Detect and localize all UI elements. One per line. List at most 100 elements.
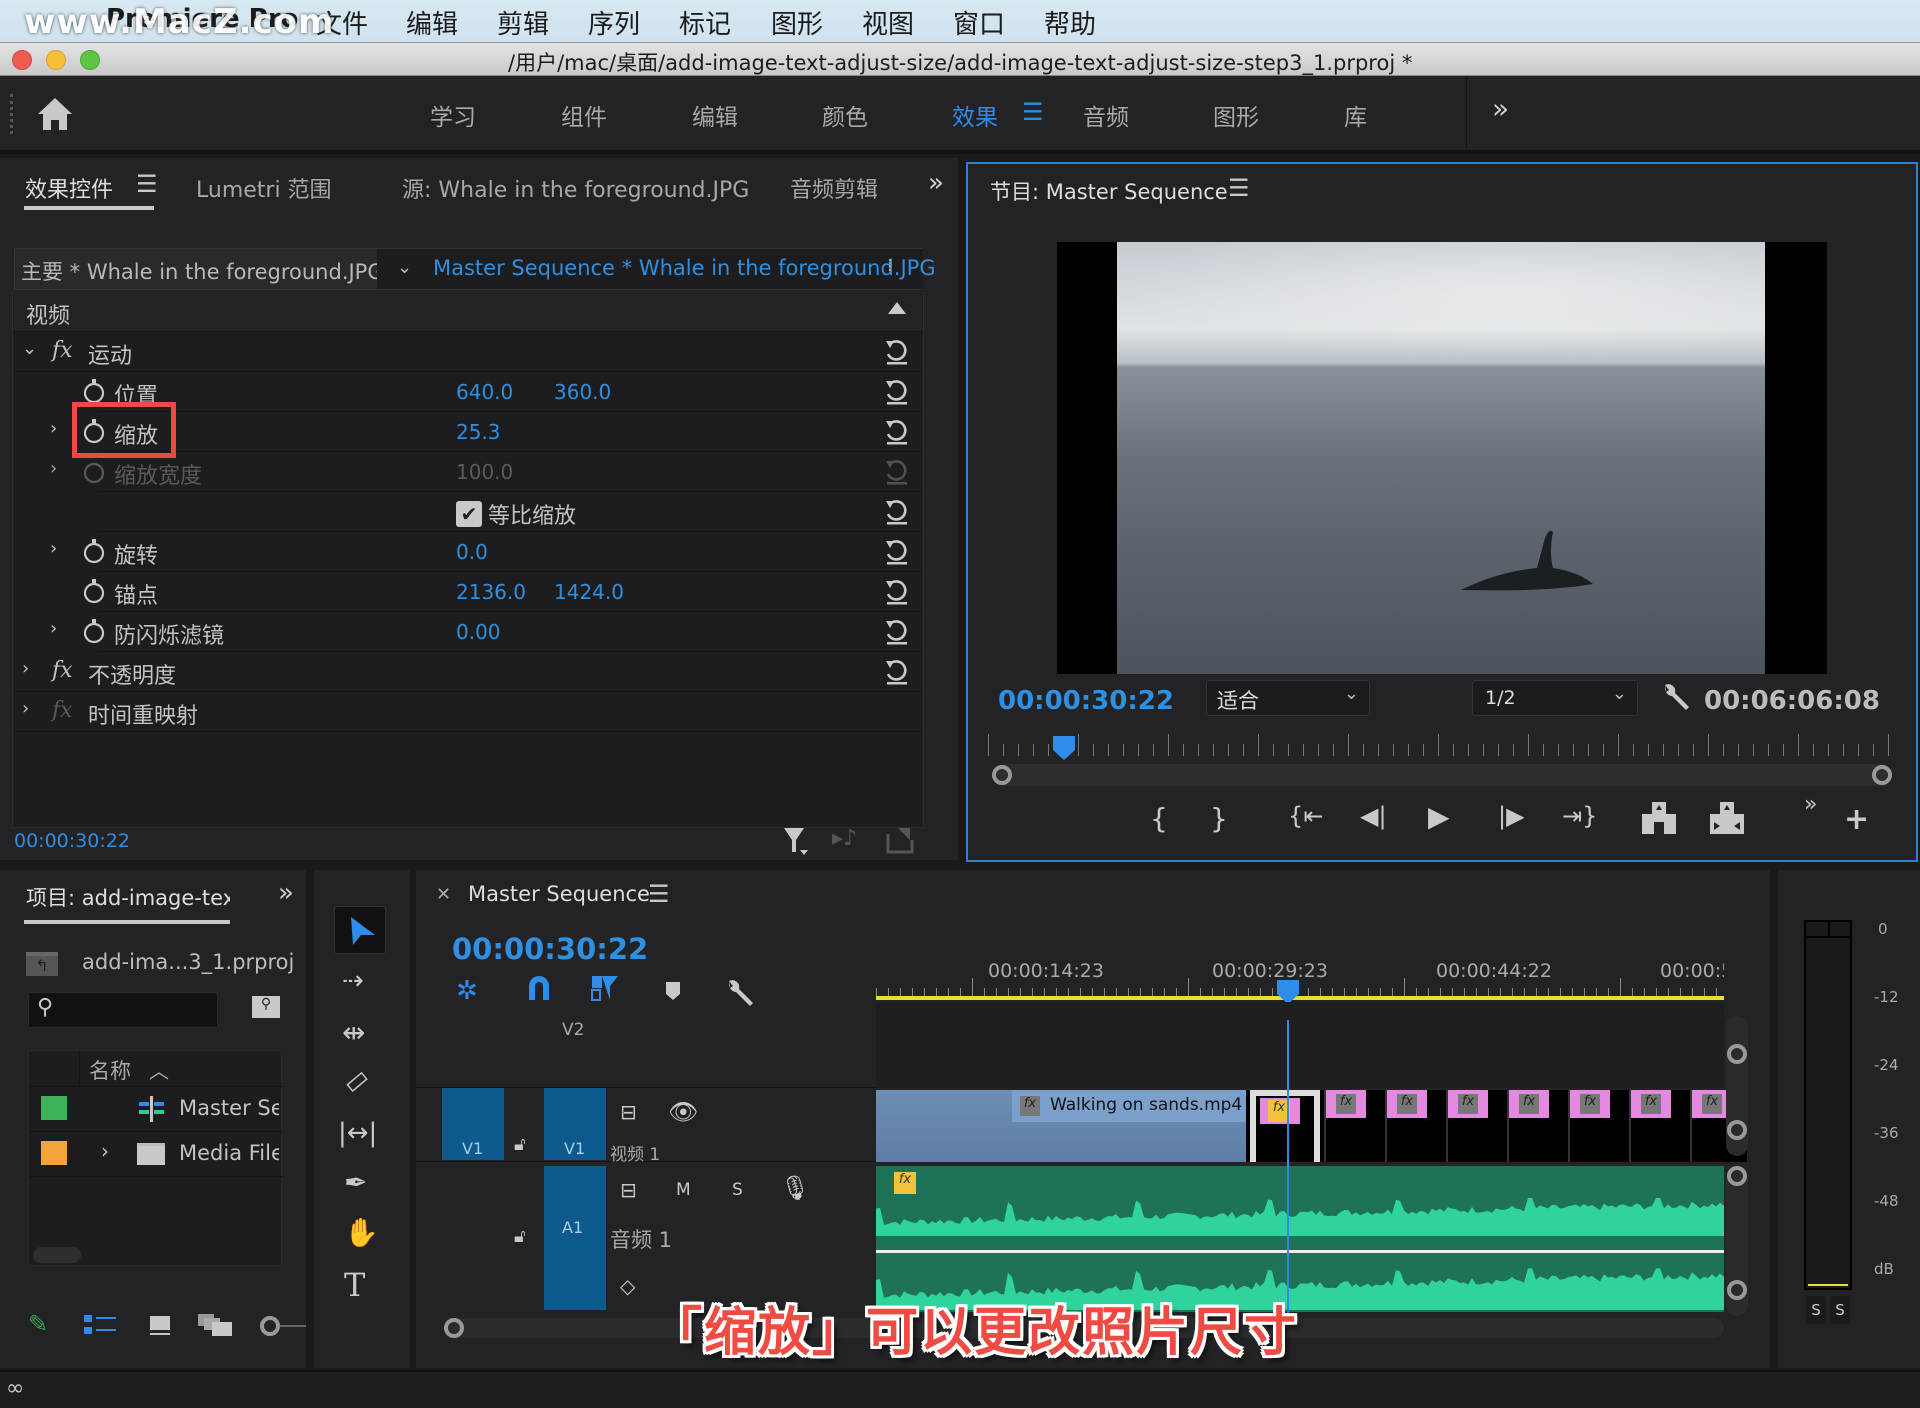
home-icon[interactable] (36, 96, 74, 132)
pencil-icon[interactable]: ✎ (28, 1310, 48, 1338)
anti-flicker-value[interactable]: 0.00 (456, 620, 501, 644)
fx-badge[interactable]: fx (1702, 1094, 1722, 1114)
workspace-menu-icon[interactable]: ☰ (1022, 98, 1044, 126)
collapse-up-icon[interactable] (888, 302, 906, 314)
solo-left-button[interactable]: S (1806, 1296, 1826, 1324)
video-clip[interactable]: fx Walking on sands.mp4 (876, 1090, 1246, 1162)
fx-icon[interactable]: fx (52, 338, 73, 363)
panel-resize-handle[interactable]: ⁞ (887, 255, 893, 276)
audio-tracks-vertical-scrollbar[interactable] (1726, 1166, 1748, 1316)
track-select-tool-icon[interactable]: ⇢ (342, 966, 364, 996)
minimize-window-button[interactable] (46, 50, 66, 70)
monitor-time-ruler[interactable] (988, 730, 1898, 760)
hand-tool-icon[interactable]: ✋ (344, 1216, 379, 1249)
menu-graphics[interactable]: 图形 (771, 4, 823, 41)
chevron-right-icon[interactable]: › (50, 538, 57, 559)
reset-icon[interactable] (884, 378, 910, 406)
solo-track-button[interactable]: S (732, 1180, 743, 1200)
zoom-scroll-bar[interactable] (992, 764, 1892, 786)
drag-handle[interactable] (10, 94, 14, 134)
effect-row-opacity[interactable]: › fx 不透明度 (14, 652, 922, 692)
list-view-icon[interactable] (84, 1312, 116, 1338)
track-lane-v2[interactable] (876, 1002, 1724, 1088)
sort-ascending-icon[interactable]: ︿ (149, 1055, 169, 1084)
chevron-right-icon[interactable]: › (22, 698, 29, 719)
label-color-swatch[interactable] (41, 1096, 67, 1120)
close-window-button[interactable] (12, 50, 32, 70)
chevron-right-icon[interactable]: › (50, 418, 57, 439)
step-back-button[interactable]: ◀| (1360, 802, 1387, 830)
video-tracks-vertical-scrollbar[interactable] (1726, 1016, 1748, 1156)
effect-row-motion[interactable]: ⌄ fx 运动 (14, 332, 922, 372)
scroll-handle-left[interactable] (992, 765, 1012, 785)
fx-icon[interactable]: fx (52, 658, 73, 683)
reset-icon[interactable] (884, 578, 910, 606)
stopwatch-icon[interactable] (82, 538, 106, 564)
razor-tool-icon[interactable]: ▭ (337, 1062, 375, 1101)
more-panels-button[interactable]: » (278, 878, 294, 908)
chevron-right-icon[interactable]: › (101, 1139, 109, 1163)
menu-window[interactable]: 窗口 (953, 4, 1005, 41)
workspace-audio[interactable]: 音频 (1083, 98, 1129, 132)
menu-edit[interactable]: 编辑 (406, 4, 458, 41)
workspace-editing[interactable]: 编辑 (692, 98, 738, 132)
list-item[interactable]: Master Sequence (29, 1088, 283, 1132)
icon-view-icon[interactable] (148, 1314, 172, 1338)
scroll-handle-right[interactable] (1872, 765, 1892, 785)
horizontal-scrollbar[interactable] (33, 1247, 81, 1263)
linked-selection-icon[interactable] (590, 974, 620, 1002)
fx-badge[interactable]: fx (1580, 1094, 1600, 1114)
anchor-y-value[interactable]: 1424.0 (554, 580, 624, 604)
playback-resolution-select[interactable]: 1/2 ⌄ (1472, 680, 1638, 716)
go-to-out-button[interactable]: ⇥} (1562, 802, 1597, 830)
slip-tool-icon[interactable]: |↔| (338, 1118, 377, 1148)
scroll-handle-bottom[interactable] (1727, 1280, 1747, 1300)
workspace-color[interactable]: 颜色 (822, 98, 868, 132)
reset-icon[interactable] (884, 618, 910, 646)
chevron-right-icon[interactable]: › (22, 658, 29, 679)
filter-icon[interactable] (782, 826, 810, 856)
more-controls-button[interactable]: » (1804, 792, 1817, 817)
workspace-assembly[interactable]: 组件 (561, 98, 607, 132)
extract-icon[interactable] (1708, 800, 1746, 836)
selected-image-clip[interactable]: fx (1250, 1090, 1320, 1162)
add-marker-icon[interactable] (664, 980, 682, 1002)
keyframe-add-icon[interactable]: ◇ (620, 1274, 635, 1298)
position-x-value[interactable]: 640.0 (456, 380, 513, 404)
source-patch-v1[interactable]: V1 (442, 1088, 504, 1160)
sync-lock-icon[interactable]: ⊟ (620, 1100, 637, 1124)
anchor-x-value[interactable]: 2136.0 (456, 580, 526, 604)
lock-icon[interactable]: 🔓︎ (514, 1226, 526, 1247)
playhead-line[interactable] (1287, 1020, 1289, 1316)
list-item[interactable]: › Media Files (29, 1133, 283, 1177)
voice-over-record-mic-icon[interactable]: 🎙︎ (780, 1174, 810, 1202)
zoom-level-select[interactable]: 适合 ⌄ (1206, 680, 1370, 716)
scroll-handle-left[interactable] (444, 1318, 464, 1338)
reset-icon[interactable] (884, 338, 910, 366)
video-frame[interactable] (1057, 242, 1827, 674)
reset-icon[interactable] (884, 418, 910, 446)
play-button[interactable]: ▶ (1428, 800, 1450, 833)
solo-right-button[interactable]: S (1830, 1296, 1850, 1324)
pen-tool-icon[interactable]: ✒ (344, 1166, 367, 1199)
tab-project[interactable]: 项目: add-image-text (26, 882, 230, 912)
mute-track-button[interactable]: M (676, 1180, 691, 1200)
button-editor-add-icon[interactable]: + (1844, 802, 1869, 837)
timeline-ruler[interactable]: 00:00:14:23 00:00:29:23 00:00:44:22 00:0… (876, 954, 1724, 1004)
image-clip[interactable]: fx (1568, 1090, 1625, 1162)
track-target-a1[interactable]: A1 (544, 1166, 606, 1310)
uniform-scale-checkbox[interactable]: ✔ (456, 501, 482, 527)
image-clip[interactable]: fx (1629, 1090, 1686, 1162)
menu-view[interactable]: 视图 (862, 4, 914, 41)
image-clip[interactable]: fx (1507, 1090, 1564, 1162)
fx-badge[interactable]: fx (1458, 1094, 1478, 1114)
creative-cloud-icon[interactable]: ∞ (6, 1376, 24, 1401)
type-tool-icon[interactable]: T (344, 1266, 365, 1304)
reset-icon[interactable] (884, 658, 910, 686)
fx-badge[interactable]: fx (1397, 1094, 1417, 1114)
tab-sequence[interactable]: Master Sequence (468, 882, 650, 906)
go-to-in-button[interactable]: {⇤ (1288, 802, 1323, 830)
scroll-handle-top[interactable] (1727, 1044, 1747, 1064)
fx-badge[interactable]: fx (1519, 1094, 1539, 1114)
timeline-playhead-marker[interactable] (1277, 980, 1299, 1004)
